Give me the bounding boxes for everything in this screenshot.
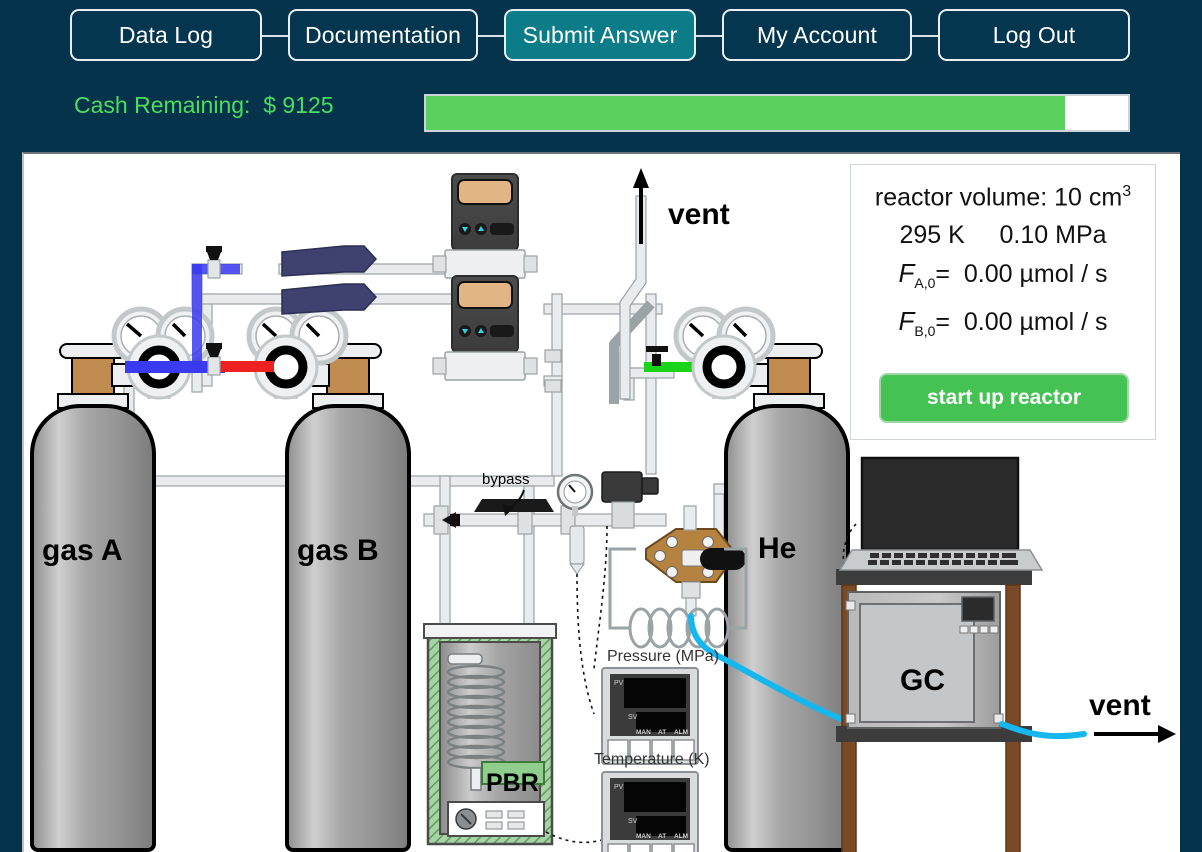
reactor-oven (424, 624, 556, 844)
nav-connector (262, 35, 288, 37)
temperature-display-label: Temperature (K) (594, 751, 710, 769)
laptop (840, 458, 1042, 570)
gas-cylinder-a (32, 344, 154, 850)
temperature-controller: PV SV MAN AT ALM (602, 772, 698, 852)
nav-connector (912, 35, 938, 37)
mass-flow-controller-a (433, 174, 537, 278)
nav-button-log-out[interactable]: Log Out (938, 9, 1130, 61)
svg-text:SV: SV (628, 818, 638, 825)
gas-cylinder-b (287, 344, 409, 850)
svg-text:MAN: MAN (636, 729, 651, 736)
pressure-controller: PV SV MAN AT ALM (602, 668, 698, 764)
bypass-assembly (424, 472, 666, 574)
svg-text:AT: AT (658, 729, 666, 736)
fb0-value: = 0.00 µmol / s (935, 308, 1107, 336)
reactor-info-panel: reactor volume: 10 cm3 295 K 0.10 MPa FA… (850, 164, 1156, 440)
fa0-line: FA,0= 0.00 µmol / s (851, 254, 1155, 302)
cash-progress-fill (426, 96, 1065, 130)
pressure-value: 0.10 MPa (1000, 221, 1107, 249)
regulator-gas-a (114, 264, 240, 398)
nav-button-my-account[interactable]: My Account (722, 9, 912, 61)
reactor-volume-exponent: 3 (1122, 183, 1131, 200)
gas-b-label: gas B (297, 534, 379, 568)
gas-filter-b (282, 284, 376, 314)
top-navigation-bar: Data Log Documentation Submit Answer My Acc… (0, 0, 1202, 76)
mass-flow-controller-b (433, 276, 561, 392)
pbr-label: PBR (486, 769, 539, 798)
fa0-symbol: F (898, 258, 914, 288)
conditions-line: 295 K 0.10 MPa (851, 216, 1155, 254)
nav-connector (478, 35, 504, 37)
vent-arrow-right (1094, 725, 1176, 743)
vent-top-label: vent (668, 198, 730, 232)
gc-label: GC (900, 664, 945, 698)
needle-valve-b (206, 343, 222, 375)
fb0-subscript: B,0 (914, 323, 935, 339)
svg-text:MAN: MAN (636, 833, 651, 840)
reactor-volume-text: reactor volume: 10 cm (875, 183, 1122, 211)
svg-text:AT: AT (658, 833, 666, 840)
bypass-label: bypass (482, 471, 530, 488)
fa0-subscript: A,0 (914, 275, 935, 291)
status-bar: Cash Remaining: $ 9125 (0, 92, 1202, 136)
cash-remaining-label: Cash Remaining: $ 9125 (74, 92, 334, 119)
nav-button-documentation[interactable]: Documentation (288, 9, 478, 61)
nav-connector (696, 35, 722, 37)
sv-tag: SV (628, 714, 638, 721)
helium-label: He (758, 532, 796, 566)
needle-valve-a (206, 246, 222, 278)
temperature-value: 295 K (899, 221, 964, 249)
pv-tag: PV (614, 680, 624, 687)
nav-button-submit-answer[interactable]: Submit Answer (504, 9, 696, 61)
gas-filter-a (282, 246, 376, 276)
start-up-reactor-button[interactable]: start up reactor (879, 373, 1129, 423)
cash-progress-bar (424, 94, 1130, 132)
pressure-display-label: Pressure (MPa) (607, 648, 719, 666)
reactor-volume-line: reactor volume: 10 cm3 (851, 173, 1155, 216)
svg-text:ALM: ALM (674, 833, 688, 840)
svg-text:ALM: ALM (674, 729, 688, 736)
gas-a-label: gas A (42, 534, 123, 568)
nav-button-data-log[interactable]: Data Log (70, 9, 262, 61)
fa0-value: = 0.00 µmol / s (935, 260, 1107, 288)
fb0-symbol: F (898, 306, 914, 336)
gas-cylinder-helium (726, 344, 848, 850)
vent-right-label: vent (1089, 689, 1151, 723)
lab-diagram-panel: PV SV MAN AT ALM PV SV MAN AT ALM (22, 152, 1180, 852)
svg-text:PV: PV (614, 784, 624, 791)
gas-chromatograph (846, 592, 1003, 728)
fb0-line: FB,0= 0.00 µmol / s (851, 302, 1155, 350)
